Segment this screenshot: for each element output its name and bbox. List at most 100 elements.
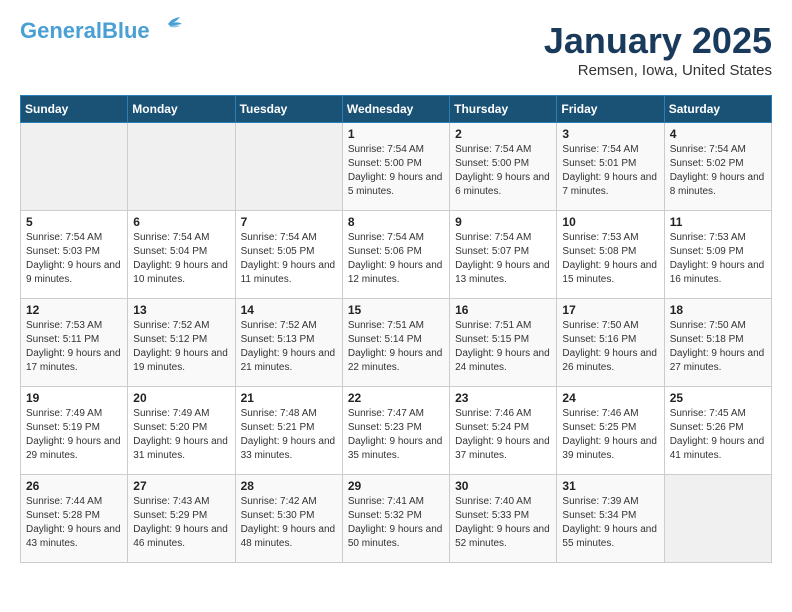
cell-content: Sunrise: 7:51 AM Sunset: 5:15 PM Dayligh…: [455, 319, 551, 375]
table-row: 11 Sunrise: 7:53 AM Sunset: 5:09 PM Dayl…: [664, 211, 771, 299]
header-tuesday: Tuesday: [235, 96, 342, 123]
sunrise-label: Sunrise: 7:53 AM: [562, 232, 638, 243]
daylight-label: Daylight: 9 hours and 9 minutes.: [26, 260, 121, 285]
sunrise-label: Sunrise: 7:54 AM: [26, 232, 102, 243]
daylight-label: Daylight: 9 hours and 8 minutes.: [670, 172, 765, 197]
sunset-label: Sunset: 5:06 PM: [348, 246, 422, 257]
table-row: 22 Sunrise: 7:47 AM Sunset: 5:23 PM Dayl…: [342, 387, 449, 475]
daylight-label: Daylight: 9 hours and 21 minutes.: [241, 348, 336, 373]
cell-content: Sunrise: 7:54 AM Sunset: 5:05 PM Dayligh…: [241, 231, 337, 287]
table-row: 17 Sunrise: 7:50 AM Sunset: 5:16 PM Dayl…: [557, 299, 664, 387]
sunset-label: Sunset: 5:20 PM: [133, 422, 207, 433]
daylight-label: Daylight: 9 hours and 27 minutes.: [670, 348, 765, 373]
cell-content: Sunrise: 7:52 AM Sunset: 5:12 PM Dayligh…: [133, 319, 229, 375]
header-thursday: Thursday: [450, 96, 557, 123]
sunrise-label: Sunrise: 7:54 AM: [241, 232, 317, 243]
day-number: 24: [562, 391, 658, 405]
day-number: 13: [133, 303, 229, 317]
day-number: 15: [348, 303, 444, 317]
sunrise-label: Sunrise: 7:50 AM: [670, 320, 746, 331]
header-row: Sunday Monday Tuesday Wednesday Thursday…: [21, 96, 772, 123]
day-number: 10: [562, 215, 658, 229]
daylight-label: Daylight: 9 hours and 26 minutes.: [562, 348, 657, 373]
sunrise-label: Sunrise: 7:54 AM: [670, 144, 746, 155]
table-row: 23 Sunrise: 7:46 AM Sunset: 5:24 PM Dayl…: [450, 387, 557, 475]
cell-content: Sunrise: 7:42 AM Sunset: 5:30 PM Dayligh…: [241, 495, 337, 551]
cell-content: Sunrise: 7:50 AM Sunset: 5:16 PM Dayligh…: [562, 319, 658, 375]
sunset-label: Sunset: 5:15 PM: [455, 334, 529, 345]
table-row: 30 Sunrise: 7:40 AM Sunset: 5:33 PM Dayl…: [450, 475, 557, 563]
day-number: 4: [670, 127, 766, 141]
daylight-label: Daylight: 9 hours and 24 minutes.: [455, 348, 550, 373]
cell-content: Sunrise: 7:41 AM Sunset: 5:32 PM Dayligh…: [348, 495, 444, 551]
calendar-week-0: 1 Sunrise: 7:54 AM Sunset: 5:00 PM Dayli…: [21, 123, 772, 211]
sunset-label: Sunset: 5:26 PM: [670, 422, 744, 433]
sunset-label: Sunset: 5:18 PM: [670, 334, 744, 345]
table-row: [128, 123, 235, 211]
header-wednesday: Wednesday: [342, 96, 449, 123]
table-row: 7 Sunrise: 7:54 AM Sunset: 5:05 PM Dayli…: [235, 211, 342, 299]
logo-general: General: [20, 18, 102, 43]
cell-content: Sunrise: 7:54 AM Sunset: 5:07 PM Dayligh…: [455, 231, 551, 287]
month-title: January 2025: [544, 20, 772, 62]
sunrise-label: Sunrise: 7:44 AM: [26, 496, 102, 507]
daylight-label: Daylight: 9 hours and 16 minutes.: [670, 260, 765, 285]
table-row: 25 Sunrise: 7:45 AM Sunset: 5:26 PM Dayl…: [664, 387, 771, 475]
table-row: 12 Sunrise: 7:53 AM Sunset: 5:11 PM Dayl…: [21, 299, 128, 387]
cell-content: Sunrise: 7:54 AM Sunset: 5:06 PM Dayligh…: [348, 231, 444, 287]
calendar-header: Sunday Monday Tuesday Wednesday Thursday…: [21, 96, 772, 123]
sunrise-label: Sunrise: 7:45 AM: [670, 408, 746, 419]
cell-content: Sunrise: 7:48 AM Sunset: 5:21 PM Dayligh…: [241, 407, 337, 463]
cell-content: Sunrise: 7:53 AM Sunset: 5:09 PM Dayligh…: [670, 231, 766, 287]
sunrise-label: Sunrise: 7:51 AM: [455, 320, 531, 331]
cell-content: Sunrise: 7:53 AM Sunset: 5:11 PM Dayligh…: [26, 319, 122, 375]
sunrise-label: Sunrise: 7:54 AM: [455, 144, 531, 155]
sunset-label: Sunset: 5:04 PM: [133, 246, 207, 257]
calendar-week-1: 5 Sunrise: 7:54 AM Sunset: 5:03 PM Dayli…: [21, 211, 772, 299]
sunset-label: Sunset: 5:00 PM: [348, 158, 422, 169]
cell-content: Sunrise: 7:54 AM Sunset: 5:03 PM Dayligh…: [26, 231, 122, 287]
daylight-label: Daylight: 9 hours and 48 minutes.: [241, 524, 336, 549]
daylight-label: Daylight: 9 hours and 52 minutes.: [455, 524, 550, 549]
sunset-label: Sunset: 5:24 PM: [455, 422, 529, 433]
sunrise-label: Sunrise: 7:46 AM: [562, 408, 638, 419]
table-row: [235, 123, 342, 211]
sunset-label: Sunset: 5:30 PM: [241, 510, 315, 521]
sunrise-label: Sunrise: 7:50 AM: [562, 320, 638, 331]
table-row: 19 Sunrise: 7:49 AM Sunset: 5:19 PM Dayl…: [21, 387, 128, 475]
table-row: 27 Sunrise: 7:43 AM Sunset: 5:29 PM Dayl…: [128, 475, 235, 563]
day-number: 21: [241, 391, 337, 405]
daylight-label: Daylight: 9 hours and 10 minutes.: [133, 260, 228, 285]
sunset-label: Sunset: 5:19 PM: [26, 422, 100, 433]
table-row: 31 Sunrise: 7:39 AM Sunset: 5:34 PM Dayl…: [557, 475, 664, 563]
day-number: 16: [455, 303, 551, 317]
logo-blue: Blue: [102, 18, 150, 43]
table-row: 5 Sunrise: 7:54 AM Sunset: 5:03 PM Dayli…: [21, 211, 128, 299]
daylight-label: Daylight: 9 hours and 39 minutes.: [562, 436, 657, 461]
header-monday: Monday: [128, 96, 235, 123]
sunset-label: Sunset: 5:28 PM: [26, 510, 100, 521]
daylight-label: Daylight: 9 hours and 55 minutes.: [562, 524, 657, 549]
table-row: 10 Sunrise: 7:53 AM Sunset: 5:08 PM Dayl…: [557, 211, 664, 299]
sunset-label: Sunset: 5:33 PM: [455, 510, 529, 521]
day-number: 23: [455, 391, 551, 405]
cell-content: Sunrise: 7:39 AM Sunset: 5:34 PM Dayligh…: [562, 495, 658, 551]
table-row: 1 Sunrise: 7:54 AM Sunset: 5:00 PM Dayli…: [342, 123, 449, 211]
table-row: 3 Sunrise: 7:54 AM Sunset: 5:01 PM Dayli…: [557, 123, 664, 211]
cell-content: Sunrise: 7:53 AM Sunset: 5:08 PM Dayligh…: [562, 231, 658, 287]
cell-content: Sunrise: 7:47 AM Sunset: 5:23 PM Dayligh…: [348, 407, 444, 463]
sunset-label: Sunset: 5:08 PM: [562, 246, 636, 257]
page-header: GeneralBlue January 2025 Remsen, Iowa, U…: [20, 20, 772, 79]
cell-content: Sunrise: 7:52 AM Sunset: 5:13 PM Dayligh…: [241, 319, 337, 375]
day-number: 17: [562, 303, 658, 317]
header-saturday: Saturday: [664, 96, 771, 123]
day-number: 14: [241, 303, 337, 317]
cell-content: Sunrise: 7:46 AM Sunset: 5:24 PM Dayligh…: [455, 407, 551, 463]
sunrise-label: Sunrise: 7:54 AM: [348, 232, 424, 243]
table-row: 13 Sunrise: 7:52 AM Sunset: 5:12 PM Dayl…: [128, 299, 235, 387]
sunset-label: Sunset: 5:12 PM: [133, 334, 207, 345]
daylight-label: Daylight: 9 hours and 31 minutes.: [133, 436, 228, 461]
day-number: 27: [133, 479, 229, 493]
day-number: 9: [455, 215, 551, 229]
sunset-label: Sunset: 5:14 PM: [348, 334, 422, 345]
